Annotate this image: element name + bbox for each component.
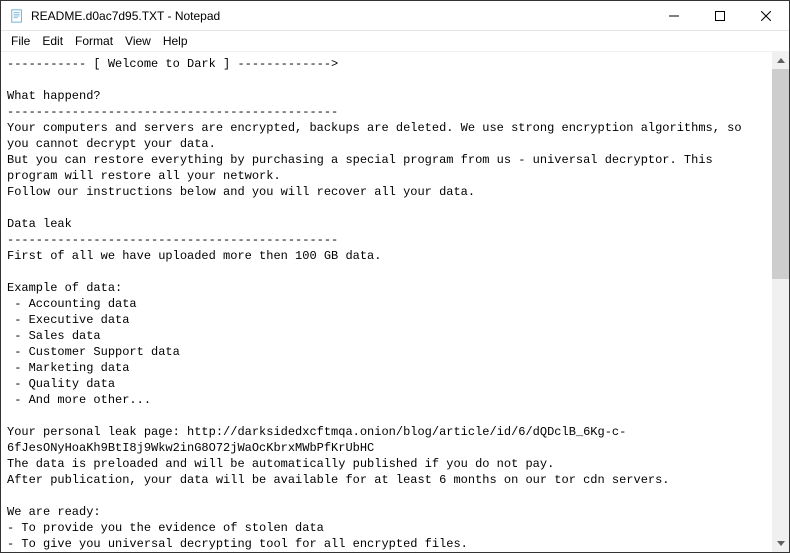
titlebar: README.d0ac7d95.TXT - Notepad [1,1,789,31]
menu-help[interactable]: Help [157,33,194,49]
menubar: File Edit Format View Help [1,31,789,51]
notepad-window: README.d0ac7d95.TXT - Notepad File Edit … [0,0,790,553]
window-title: README.d0ac7d95.TXT - Notepad [31,9,651,23]
menu-file[interactable]: File [5,33,36,49]
menu-format[interactable]: Format [69,33,119,49]
scroll-track[interactable] [772,69,789,535]
maximize-button[interactable] [697,1,743,30]
menu-view[interactable]: View [119,33,157,49]
text-content[interactable]: ----------- [ Welcome to Dark ] --------… [1,52,772,552]
content-area: ----------- [ Welcome to Dark ] --------… [1,51,789,552]
minimize-button[interactable] [651,1,697,30]
menu-edit[interactable]: Edit [36,33,69,49]
close-button[interactable] [743,1,789,30]
notepad-icon [9,8,25,24]
vertical-scrollbar[interactable] [772,52,789,552]
scroll-up-arrow[interactable] [772,52,789,69]
scroll-down-arrow[interactable] [772,535,789,552]
scroll-thumb[interactable] [772,69,789,279]
window-controls [651,1,789,30]
